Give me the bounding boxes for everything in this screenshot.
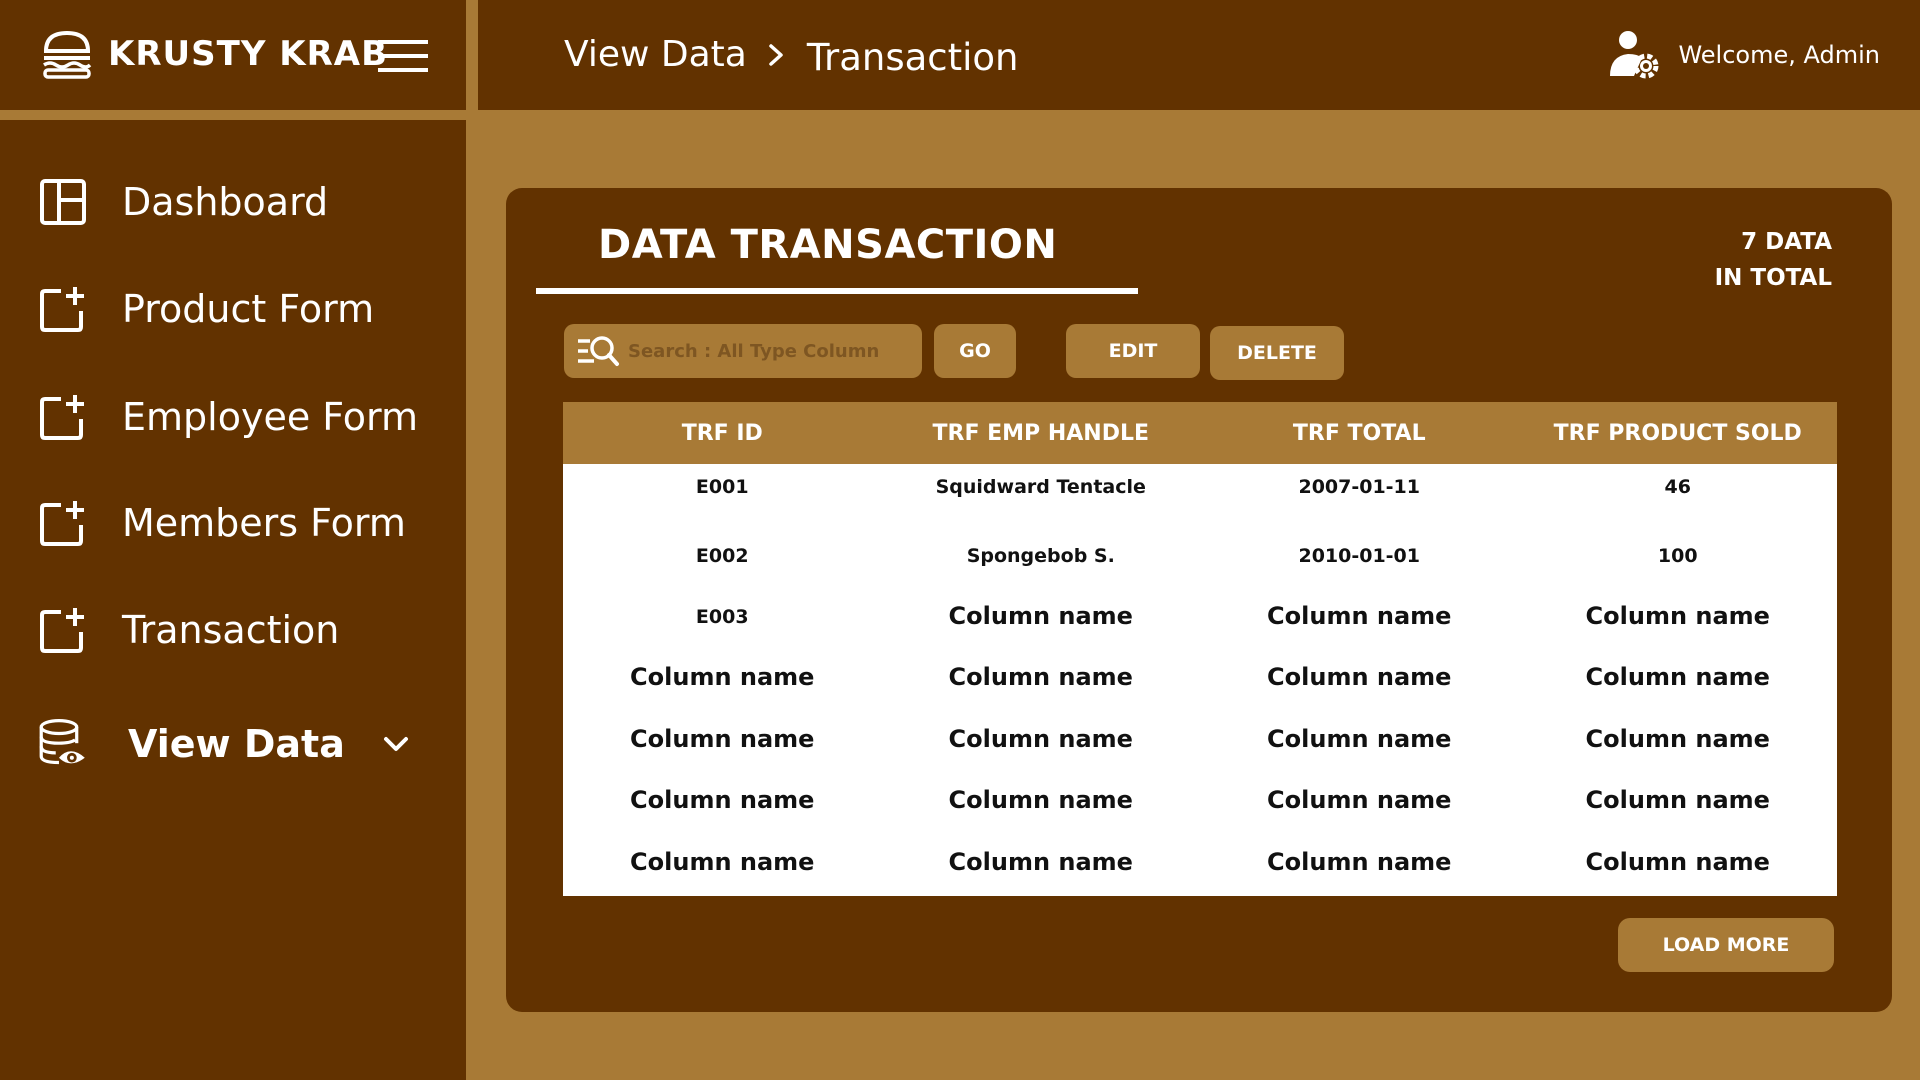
title-underline <box>536 288 1138 294</box>
brand-separator <box>0 110 470 120</box>
sidebar-item-view-data[interactable]: View Data <box>38 714 438 774</box>
total-count-line1: 7 DATA <box>1741 229 1832 255</box>
breadcrumb-item-view-data[interactable]: View Data <box>564 34 747 75</box>
burger-logo-icon <box>40 27 94 81</box>
table-cell: 100 <box>1657 545 1698 567</box>
search-box[interactable] <box>564 324 922 378</box>
chevron-down-icon[interactable] <box>378 726 414 762</box>
table-header: TRF ID TRF EMP HANDLE TRF TOTAL TRF PROD… <box>563 402 1837 464</box>
table-row[interactable]: E002 Spongebob S. 2010-01-01 100 <box>563 545 1837 567</box>
table-cell: Column name <box>1585 725 1770 753</box>
column-header-trf-total[interactable]: TRF TOTAL <box>1200 402 1519 464</box>
table-cell: Column name <box>630 725 815 753</box>
transaction-table: TRF ID TRF EMP HANDLE TRF TOTAL TRF PROD… <box>563 402 1837 896</box>
sidebar-item-members-form[interactable]: Members Form <box>38 493 438 553</box>
table-cell: Column name <box>948 786 1133 814</box>
table-cell: 2007-01-11 <box>1298 476 1421 498</box>
welcome-text: Welcome, Admin <box>1678 41 1880 69</box>
brand-bar: KRUSTY KRAB <box>0 0 466 110</box>
table-cell: Column name <box>1267 725 1452 753</box>
user-menu[interactable]: Welcome, Admin <box>1608 28 1880 82</box>
sidebar-item-employee-form[interactable]: Employee Form <box>38 387 438 447</box>
chevron-right-icon <box>761 40 791 70</box>
table-row[interactable]: E001 Squidward Tentacle 2007-01-11 46 <box>563 476 1837 498</box>
dashboard-icon <box>38 177 88 227</box>
table-cell: Column name <box>948 663 1133 691</box>
brand: KRUSTY KRAB <box>40 24 388 84</box>
table-cell: Column name <box>630 848 815 876</box>
table-cell: E003 <box>695 606 749 628</box>
table-row[interactable]: Column name Column name Column name Colu… <box>563 786 1837 814</box>
sidebar-item-product-form[interactable]: Product Form <box>38 279 438 339</box>
table-toolbar: GO EDIT DELETE <box>564 324 1844 380</box>
add-form-icon <box>38 498 88 548</box>
sidebar-item-label: View Data <box>128 722 345 766</box>
table-cell: Column name <box>1585 663 1770 691</box>
table-cell: E001 <box>695 476 749 498</box>
add-form-icon <box>38 284 88 334</box>
table-cell: Column name <box>1267 848 1452 876</box>
hamburger-menu-icon[interactable] <box>376 36 430 76</box>
table-cell: Spongebob S. <box>966 545 1115 567</box>
column-header-trf-emp-handle[interactable]: TRF EMP HANDLE <box>882 402 1201 464</box>
column-header-trf-id[interactable]: TRF ID <box>563 402 882 464</box>
search-filter-icon <box>576 333 620 369</box>
breadcrumb: View Data Transaction <box>564 30 1019 79</box>
table-cell: Column name <box>1585 786 1770 814</box>
load-more-button[interactable]: LOAD MORE <box>1618 918 1834 972</box>
go-button[interactable]: GO <box>934 324 1016 378</box>
table-cell: Column name <box>1267 602 1452 630</box>
table-cell: Squidward Tentacle <box>935 476 1146 498</box>
brand-name: KRUSTY KRAB <box>108 34 389 74</box>
sidebar-item-label: Transaction <box>122 608 340 652</box>
table-cell: Column name <box>630 786 815 814</box>
sidebar-item-label: Employee Form <box>122 395 419 439</box>
table-row[interactable]: Column name Column name Column name Colu… <box>563 725 1837 753</box>
delete-button[interactable]: DELETE <box>1210 326 1344 380</box>
data-transaction-card: DATA TRANSACTION 7 DATA IN TOTAL GO EDIT… <box>506 188 1892 1012</box>
add-form-icon <box>38 392 88 442</box>
table-cell: Column name <box>1585 848 1770 876</box>
table-cell: Column name <box>1267 786 1452 814</box>
top-header: View Data Transaction Welcome, Admin <box>478 0 1920 110</box>
table-row[interactable]: Column name Column name Column name Colu… <box>563 848 1837 876</box>
table-cell: Column name <box>948 602 1133 630</box>
sidebar-item-label: Product Form <box>122 287 375 331</box>
sidebar-item-dashboard[interactable]: Dashboard <box>38 172 438 232</box>
table-row[interactable]: E003 Column name Column name Column name <box>563 602 1837 630</box>
table-cell: 2010-01-01 <box>1298 545 1421 567</box>
search-input[interactable] <box>628 340 898 362</box>
sidebar-item-label: Dashboard <box>122 180 329 224</box>
table-cell: Column name <box>630 663 815 691</box>
database-view-icon <box>38 719 88 769</box>
table-row[interactable]: Column name Column name Column name Colu… <box>563 663 1837 691</box>
table-cell: 46 <box>1664 476 1691 498</box>
breadcrumb-item-transaction: Transaction <box>806 36 1019 79</box>
user-settings-icon <box>1608 28 1662 82</box>
sidebar-item-transaction[interactable]: Transaction <box>38 600 438 660</box>
table-cell: Column name <box>1267 663 1452 691</box>
table-cell: Column name <box>1585 602 1770 630</box>
sidebar-divider <box>466 0 469 1080</box>
table-cell: Column name <box>948 848 1133 876</box>
total-count: 7 DATA IN TOTAL <box>1715 224 1832 296</box>
table-cell: E002 <box>695 545 749 567</box>
sidebar-item-label: Members Form <box>122 501 406 545</box>
total-count-line2: IN TOTAL <box>1714 265 1832 291</box>
card-title: DATA TRANSACTION <box>598 222 1058 268</box>
column-header-trf-product-sold[interactable]: TRF PRODUCT SOLD <box>1519 402 1838 464</box>
edit-button[interactable]: EDIT <box>1066 324 1200 378</box>
add-form-icon <box>38 605 88 655</box>
table-cell: Column name <box>948 725 1133 753</box>
